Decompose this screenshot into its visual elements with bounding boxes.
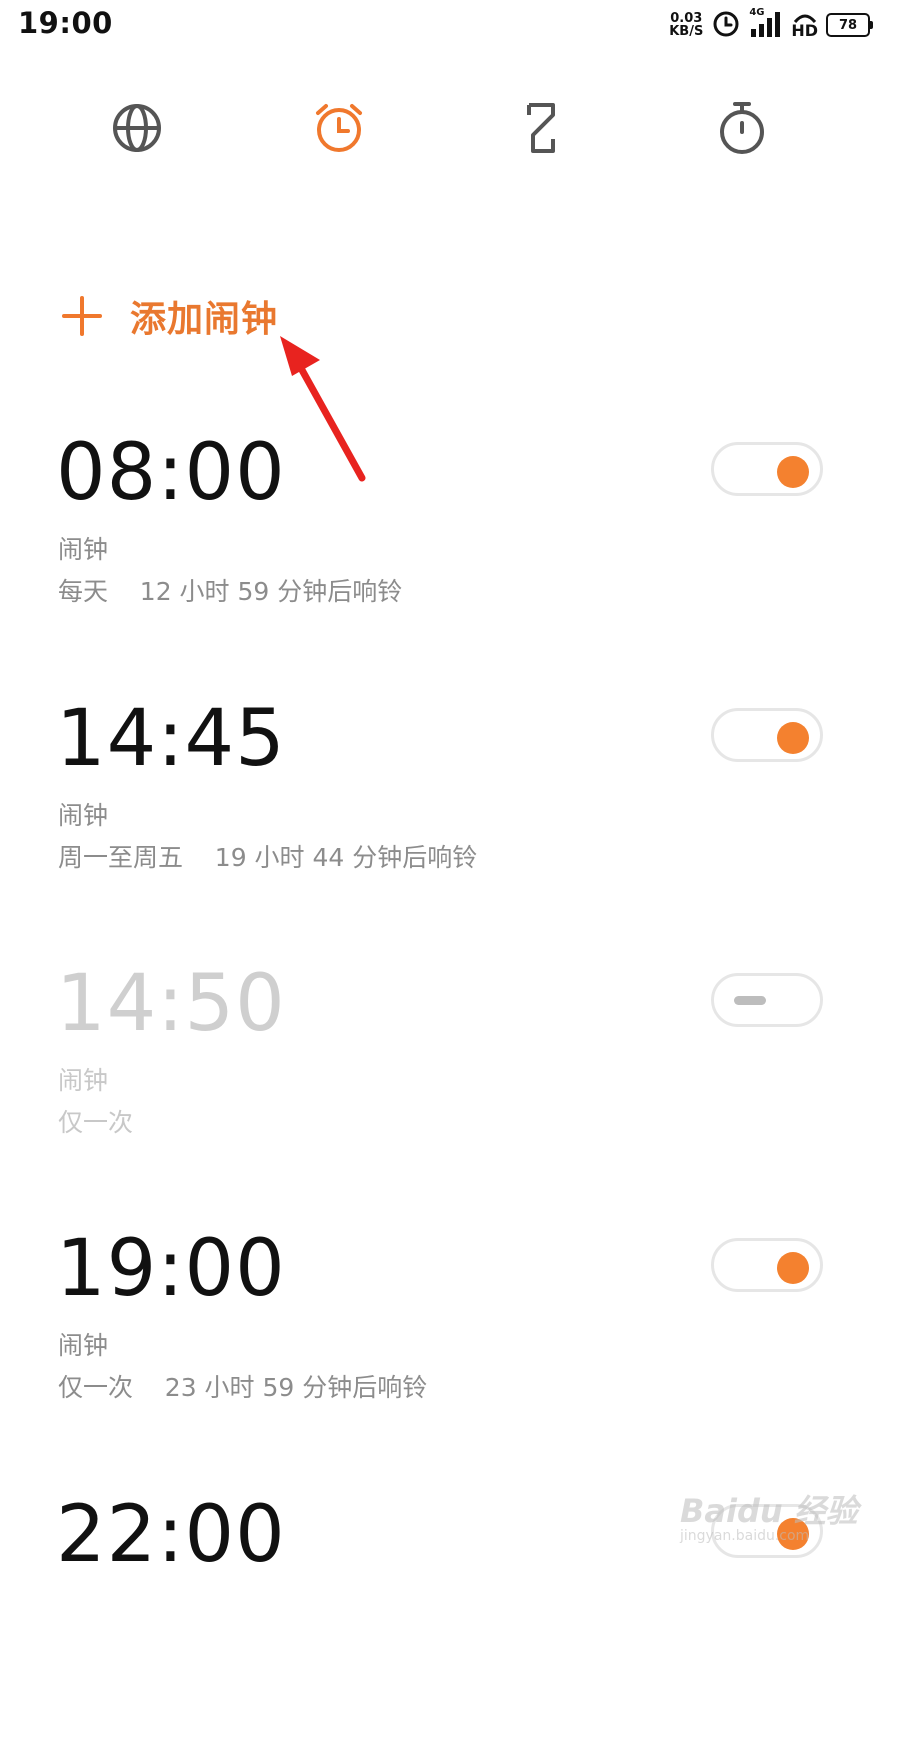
alarm-repeat: 仅一次 23 小时 59 分钟后响铃 xyxy=(58,1373,428,1402)
alarm-toggle[interactable] xyxy=(711,973,823,1027)
alarm-label: 闹钟 xyxy=(58,1331,109,1360)
alarm-repeat: 仅一次 xyxy=(58,1108,134,1137)
tab-stopwatch[interactable] xyxy=(712,98,772,162)
plus-icon xyxy=(60,294,104,338)
alarm-time: 14:45 xyxy=(56,694,286,784)
globe-icon xyxy=(111,102,163,158)
battery-level: 78 xyxy=(838,17,858,33)
toggle-knob xyxy=(734,996,766,1005)
alarm-toggle[interactable] xyxy=(711,1238,823,1292)
watermark-url: jingyan.baidu.com xyxy=(680,1528,810,1544)
network-speed: 0.03 KB/S xyxy=(669,12,703,38)
network-type: 4G xyxy=(749,7,765,18)
alarm-repeat: 每天 12 小时 59 分钟后响铃 xyxy=(58,577,403,606)
alarm-toggle[interactable] xyxy=(711,708,823,762)
alarm-item-0800[interactable]: 08:00 闹钟 每天 12 小时 59 分钟后响铃 xyxy=(0,428,900,693)
alarm-toggle[interactable] xyxy=(711,442,823,496)
alarm-clock-icon xyxy=(312,101,366,159)
alarm-label: 闹钟 xyxy=(58,801,109,830)
tab-alarm[interactable] xyxy=(309,98,369,162)
status-bar: 19:00 0.03 KB/S 4G HD 78 xyxy=(0,0,900,52)
add-alarm-button[interactable]: 添加闹钟 xyxy=(60,290,278,342)
signal-icon: 4G xyxy=(749,7,783,39)
alarm-time: 08:00 xyxy=(56,428,286,518)
hd-label: HD xyxy=(791,21,818,40)
baidu-watermark: Baidu 经验 jingyan.baidu.com xyxy=(672,1478,872,1558)
alarm-status-icon xyxy=(711,8,741,42)
alarm-item-1900[interactable]: 19:00 闹钟 仅一次 23 小时 59 分钟后响铃 xyxy=(0,1224,900,1489)
toggle-knob xyxy=(777,456,809,488)
toggle-knob xyxy=(777,1252,809,1284)
add-alarm-label: 添加闹钟 xyxy=(130,299,279,340)
status-time: 19:00 xyxy=(18,6,113,40)
watermark-brand: Baidu 经验 xyxy=(680,1492,858,1530)
alarm-item-1450[interactable]: 14:50 闹钟 仅一次 xyxy=(0,959,900,1224)
tab-world-clock[interactable] xyxy=(107,98,167,162)
stopwatch-icon xyxy=(717,100,767,160)
alarm-time: 19:00 xyxy=(56,1224,286,1314)
hd-call-icon: HD xyxy=(791,12,818,40)
tab-timer[interactable] xyxy=(511,98,571,162)
alarm-time: 14:50 xyxy=(56,959,286,1049)
tab-bar xyxy=(0,98,900,162)
alarm-item-1445[interactable]: 14:45 闹钟 周一至周五 19 小时 44 分钟后响铃 xyxy=(0,694,900,959)
status-icons: 0.03 KB/S 4G HD 78 xyxy=(669,7,873,42)
hourglass-icon xyxy=(521,101,561,159)
network-speed-unit: KB/S xyxy=(669,24,704,39)
toggle-knob xyxy=(777,722,809,754)
alarm-repeat: 周一至周五 19 小时 44 分钟后响铃 xyxy=(58,843,478,872)
battery-icon: 78 xyxy=(826,13,873,37)
alarm-label: 闹钟 xyxy=(58,1066,109,1095)
alarm-time: 22:00 xyxy=(56,1490,286,1580)
alarm-label: 闹钟 xyxy=(58,535,109,564)
